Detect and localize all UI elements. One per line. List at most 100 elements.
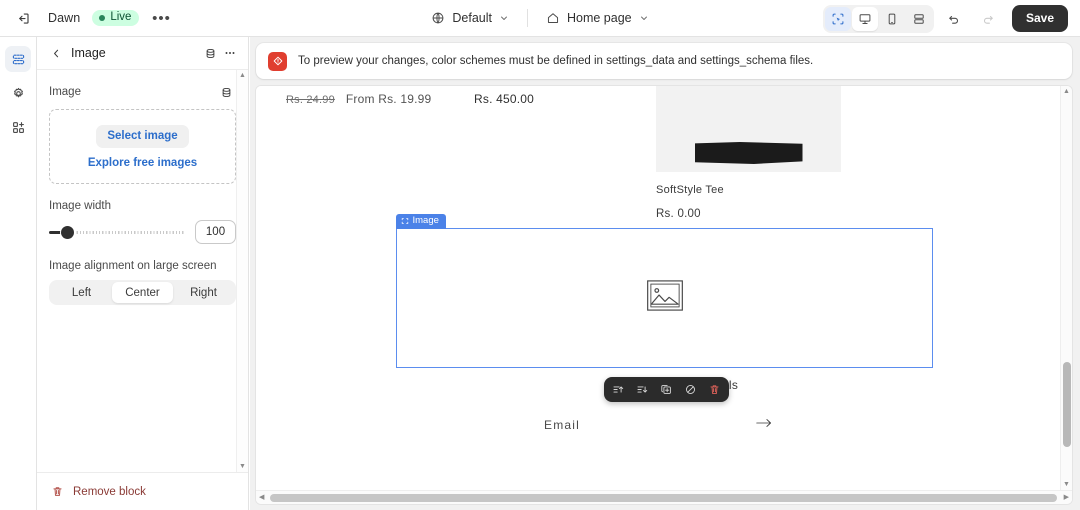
ellipsis-icon (225, 52, 235, 54)
image-block-tag-label: Image (412, 215, 439, 226)
image-field-header: Image (49, 82, 236, 102)
arrow-right-icon (756, 419, 771, 427)
sidebar-more-button[interactable] (220, 43, 240, 63)
block-floating-toolbar (604, 377, 729, 402)
mobile-icon (888, 13, 896, 24)
preview-scroll-down-arrow[interactable]: ▼ (1061, 479, 1072, 490)
alert-diamond-icon (268, 51, 287, 71)
status-badge-label: Live (110, 11, 132, 23)
rail-sections-button[interactable] (5, 46, 31, 72)
remove-block-label: Remove block (73, 485, 146, 498)
desktop-icon (859, 13, 871, 24)
topbar-left-group: Dawn Live ••• (0, 5, 174, 31)
undo-button[interactable] (940, 6, 968, 32)
preview-frame: Rs. 24.99 From Rs. 19.99 Rs. 450.00 Soft… (256, 86, 1072, 504)
banner-message: To preview your changes, color schemes m… (298, 55, 814, 67)
status-dot-icon (99, 14, 106, 21)
newsletter-submit-button[interactable] (756, 416, 772, 434)
product-card[interactable]: SoftStyle Tee Rs. 0.00 (656, 86, 841, 220)
hide-button[interactable] (681, 380, 700, 399)
alignment-option-center[interactable]: Center (112, 282, 173, 303)
preview-area: To preview your changes, color schemes m… (250, 37, 1080, 510)
image-block-icon (401, 218, 408, 225)
color-scheme-banner: To preview your changes, color schemes m… (256, 43, 1072, 79)
color-scheme-selector[interactable]: Default (423, 7, 517, 29)
color-scheme-icon (206, 48, 214, 58)
preview-scroll-right-arrow[interactable]: ▶ (1062, 492, 1071, 503)
left-icon-rail (0, 37, 37, 510)
globe-icon (432, 12, 444, 24)
preview-vertical-thumb[interactable] (1063, 362, 1071, 447)
explore-free-images-link[interactable]: Explore free images (88, 157, 197, 169)
image-width-slider[interactable] (49, 223, 185, 241)
image-width-input[interactable] (195, 220, 236, 244)
delete-icon (710, 385, 719, 394)
slider-track (67, 230, 185, 234)
topbar-divider (526, 9, 528, 27)
sidebar-scroll-up-arrow[interactable]: ▲ (239, 70, 246, 81)
move-down-icon (637, 386, 648, 393)
theme-editor-window: Dawn Live ••• Default Home page Save Ima… (0, 0, 1080, 510)
delete-button[interactable] (705, 380, 724, 399)
save-button[interactable]: Save (1011, 5, 1068, 32)
preview-canvas[interactable]: Rs. 24.99 From Rs. 19.99 Rs. 450.00 Soft… (256, 86, 1060, 490)
rail-settings-button[interactable] (5, 80, 31, 106)
hide-icon (686, 385, 695, 394)
move-down-button[interactable] (633, 380, 652, 399)
image-alignment-segmented: Left Center Right (49, 280, 236, 305)
remove-block-row[interactable]: Remove block (37, 472, 248, 510)
color-scheme-label: Default (452, 11, 492, 25)
select-tool-button[interactable] (824, 6, 851, 31)
sidebar-back-button[interactable] (47, 43, 65, 63)
sidebar-scroll-down-arrow[interactable]: ▼ (239, 461, 246, 472)
preview-horizontal-scrollbar[interactable]: ◀ ▶ (256, 490, 1072, 504)
image-block-tag[interactable]: Image (395, 214, 446, 230)
alignment-option-right[interactable]: Right (173, 282, 234, 303)
move-up-button[interactable] (609, 380, 628, 399)
other-price: Rs. 450.00 (474, 92, 535, 106)
image-width-label: Image width (49, 200, 112, 212)
sections-icon (12, 54, 24, 64)
sidebar-header: Image (37, 37, 248, 70)
preview-scroll-up-arrow[interactable]: ▲ (1061, 86, 1072, 97)
sidebar-color-scheme-button[interactable] (200, 43, 220, 63)
rail-app-blocks-button[interactable] (5, 114, 31, 140)
topbar-right-group: Save (822, 0, 1068, 37)
exit-editor-button[interactable] (10, 5, 36, 31)
sidebar-scrollbar[interactable]: ▲ ▼ (236, 70, 248, 472)
settings-gear-icon (13, 87, 23, 97)
product-title: SoftStyle Tee (656, 184, 724, 196)
chevron-down-icon (640, 16, 647, 20)
page-selector[interactable]: Home page (538, 7, 657, 29)
compare-at-price: Rs. 24.99 (286, 94, 335, 106)
product-image (656, 86, 841, 172)
fullscreen-icon (914, 13, 924, 24)
image-placeholder-glyph (646, 280, 683, 311)
from-price: From Rs. 19.99 (345, 92, 432, 106)
newsletter-form[interactable]: Email (544, 416, 772, 434)
move-up-icon (613, 386, 624, 393)
trash-icon (53, 487, 62, 496)
image-alignment-label: Image alignment on large screen (49, 260, 217, 272)
preview-horizontal-thumb[interactable] (270, 494, 1057, 502)
preview-vertical-scrollbar[interactable]: ▲ ▼ (1060, 86, 1072, 490)
image-placeholder-icon (646, 280, 683, 316)
select-image-button[interactable]: Select image (96, 124, 189, 148)
desktop-view-button[interactable] (851, 6, 878, 31)
redo-button[interactable] (974, 6, 1002, 32)
duplicate-button[interactable] (657, 380, 676, 399)
theme-name: Dawn (48, 11, 81, 25)
image-dropzone[interactable]: Select image Explore free images (49, 109, 236, 184)
image-width-control (49, 220, 236, 244)
fullscreen-view-button[interactable] (906, 7, 932, 31)
app-blocks-icon (12, 121, 24, 133)
image-color-scheme-button[interactable] (216, 82, 236, 102)
theme-actions-button[interactable]: ••• (148, 6, 174, 30)
selected-image-block[interactable]: Image (395, 214, 933, 368)
mobile-view-button[interactable] (879, 7, 905, 31)
preview-scroll-left-arrow[interactable]: ◀ (257, 492, 266, 503)
page-selector-label: Home page (566, 11, 632, 25)
slider-knob[interactable] (61, 225, 74, 239)
alignment-option-left[interactable]: Left (51, 282, 112, 303)
price-row: Rs. 24.99 From Rs. 19.99 (286, 92, 431, 106)
